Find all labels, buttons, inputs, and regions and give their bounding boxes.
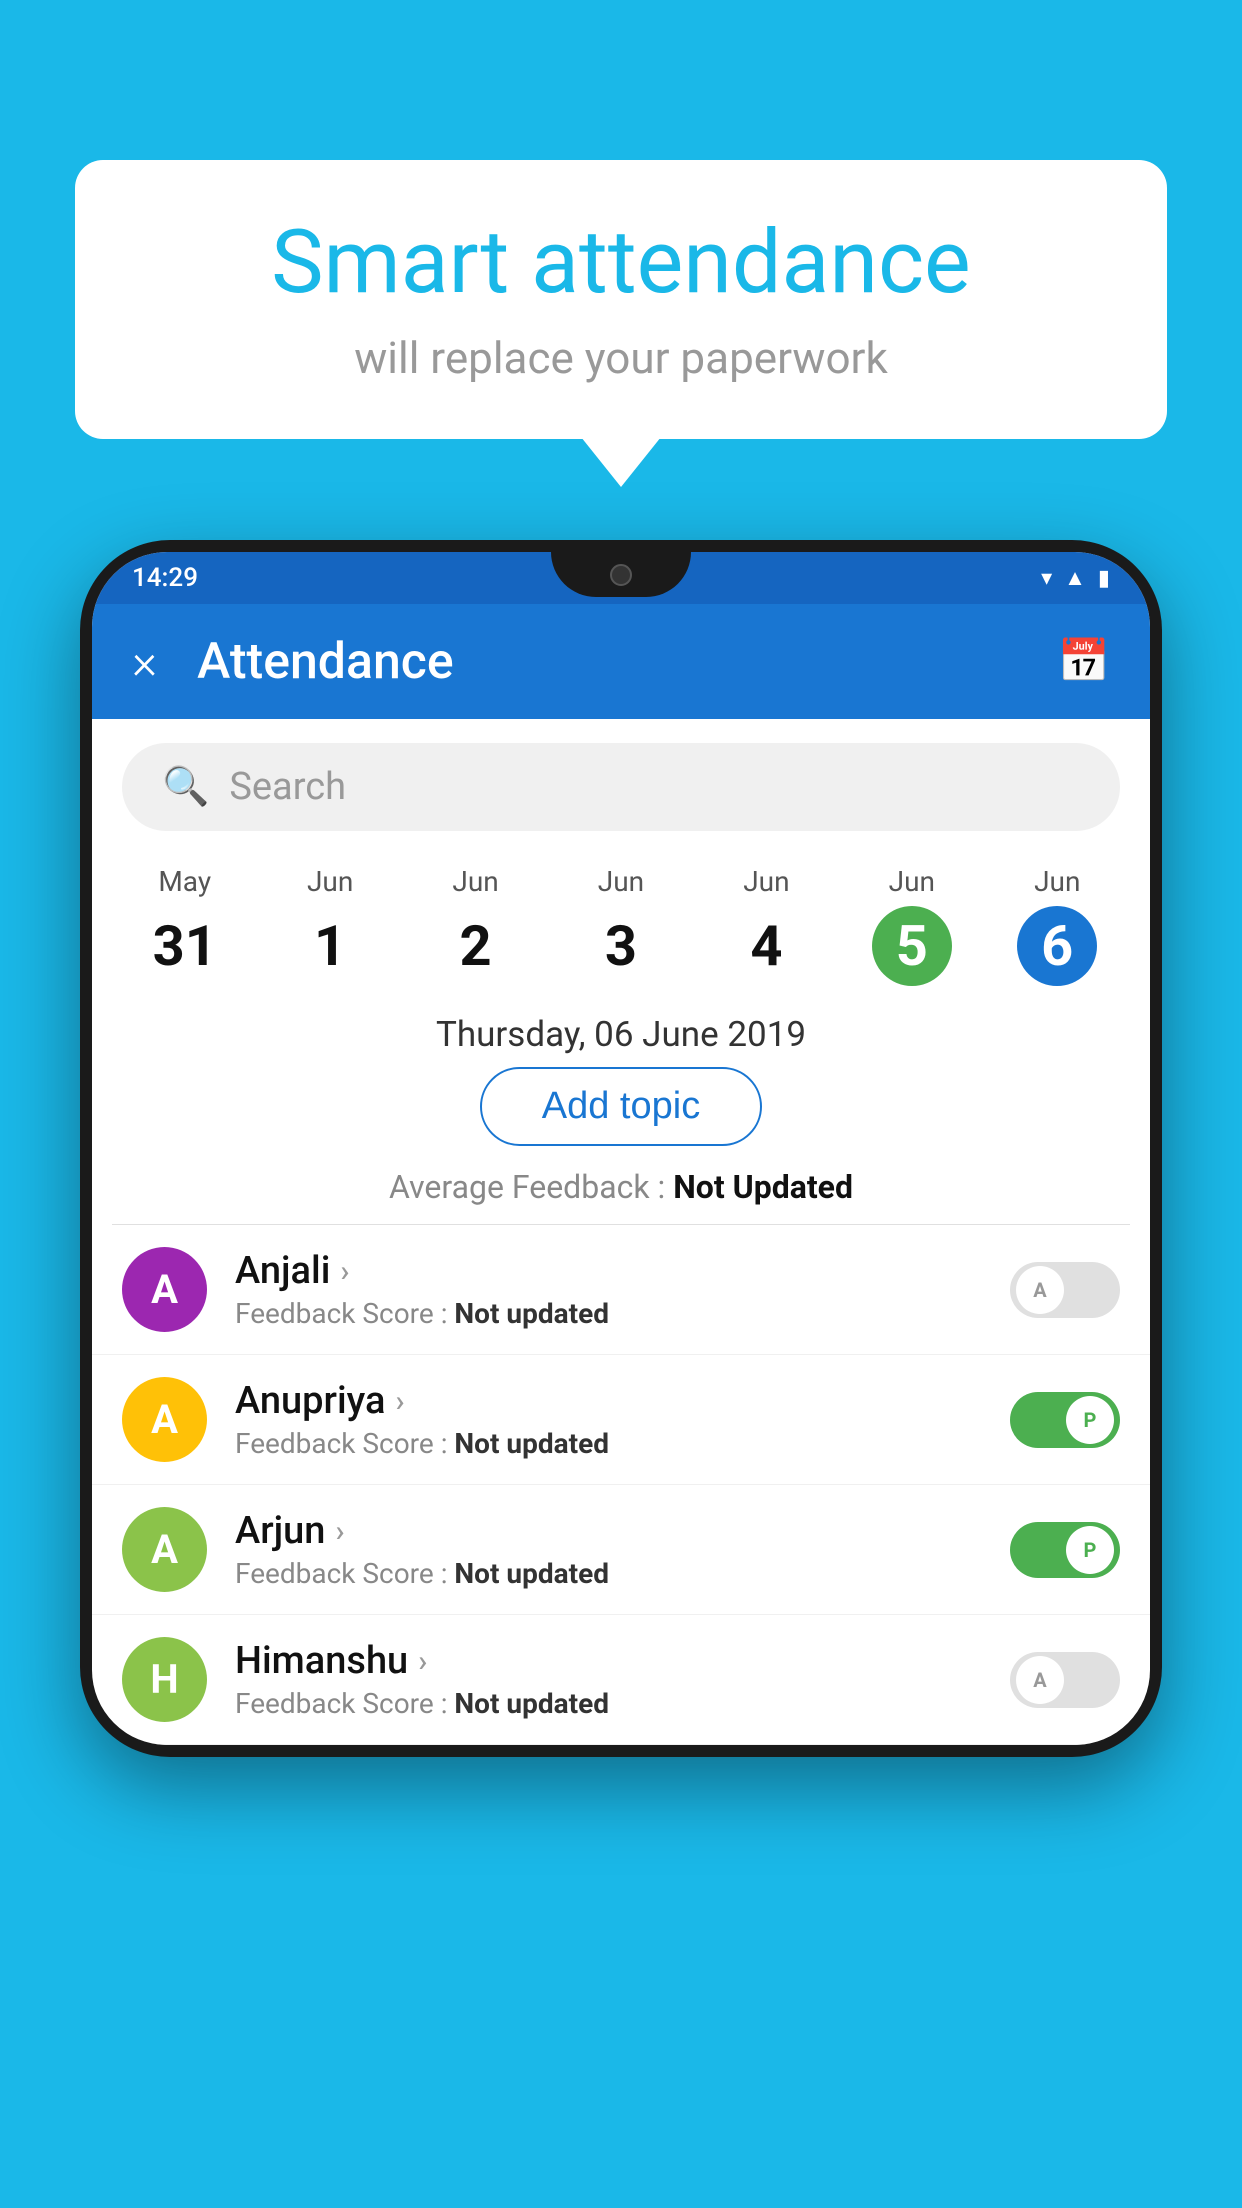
- calendar-icon[interactable]: 📅: [1058, 637, 1110, 686]
- date-month: Jun: [694, 865, 839, 898]
- date-num: 4: [726, 906, 806, 986]
- camera-dot: [610, 564, 632, 586]
- close-button[interactable]: ×: [132, 633, 157, 690]
- date-month: Jun: [839, 865, 984, 898]
- avatar: H: [122, 1637, 207, 1722]
- chevron-right-icon: ›: [418, 1644, 427, 1679]
- status-icons: ▾ ▲ ▮: [1041, 565, 1110, 591]
- chevron-right-icon: ›: [335, 1514, 344, 1549]
- date-num: 3: [581, 906, 661, 986]
- list-item[interactable]: H Himanshu › Feedback Score : Not update…: [92, 1615, 1150, 1745]
- feedback-value: Not updated: [454, 1297, 609, 1330]
- chevron-right-icon: ›: [340, 1254, 349, 1289]
- chevron-right-icon: ›: [395, 1384, 404, 1419]
- date-cell-jun1[interactable]: Jun 1: [257, 865, 402, 986]
- date-cell-may31[interactable]: May 31: [112, 865, 257, 986]
- date-month: Jun: [403, 865, 548, 898]
- attendance-toggle[interactable]: P: [1010, 1522, 1120, 1578]
- add-topic-button[interactable]: Add topic: [480, 1067, 762, 1146]
- list-item[interactable]: A Anupriya › Feedback Score : Not update…: [92, 1355, 1150, 1485]
- date-month: Jun: [257, 865, 402, 898]
- app-bar: × Attendance 📅: [92, 604, 1150, 719]
- signal-icon: ▲: [1064, 565, 1086, 591]
- search-icon: 🔍: [162, 765, 209, 809]
- date-num: 2: [436, 906, 516, 986]
- toggle-knob: P: [1066, 1396, 1114, 1444]
- student-name: Anupriya ›: [235, 1379, 1010, 1423]
- date-num-selected: 6: [1017, 906, 1097, 986]
- student-info: Himanshu › Feedback Score : Not updated: [235, 1639, 1010, 1720]
- student-feedback: Feedback Score : Not updated: [235, 1427, 1010, 1460]
- date-num-today: 5: [872, 906, 952, 986]
- student-name-text: Anjali: [235, 1249, 330, 1293]
- bubble-subtitle: will replace your paperwork: [125, 332, 1117, 384]
- avatar: A: [122, 1247, 207, 1332]
- date-month: Jun: [548, 865, 693, 898]
- date-num: 1: [290, 906, 370, 986]
- student-feedback: Feedback Score : Not updated: [235, 1297, 1010, 1330]
- attendance-toggle[interactable]: P: [1010, 1392, 1120, 1448]
- student-info: Arjun › Feedback Score : Not updated: [235, 1509, 1010, 1590]
- date-cell-jun6[interactable]: Jun 6: [985, 865, 1130, 986]
- student-name-text: Anupriya: [235, 1379, 385, 1423]
- search-placeholder: Search: [229, 765, 346, 809]
- toggle-knob: A: [1016, 1266, 1064, 1314]
- wifi-icon: ▾: [1041, 566, 1052, 591]
- date-num: 31: [145, 906, 225, 986]
- average-feedback-value: Not Updated: [673, 1168, 853, 1206]
- attendance-toggle[interactable]: A: [1010, 1262, 1120, 1318]
- student-info: Anjali › Feedback Score : Not updated: [235, 1249, 1010, 1330]
- attendance-toggle[interactable]: A: [1010, 1652, 1120, 1708]
- date-strip: May 31 Jun 1 Jun 2 Jun 3 Jun 4: [92, 855, 1150, 996]
- feedback-value: Not updated: [454, 1427, 609, 1460]
- phone-frame: 14:29 ▾ ▲ ▮ × Attendance 📅 🔍 Search: [80, 540, 1162, 1757]
- date-cell-jun2[interactable]: Jun 2: [403, 865, 548, 986]
- phone-wrapper: 14:29 ▾ ▲ ▮ × Attendance 📅 🔍 Search: [80, 540, 1162, 2208]
- feedback-value: Not updated: [454, 1557, 609, 1590]
- status-time: 14:29: [132, 563, 198, 593]
- student-name: Himanshu ›: [235, 1639, 1010, 1683]
- student-name: Arjun ›: [235, 1509, 1010, 1553]
- app-bar-title: Attendance: [197, 633, 1058, 691]
- student-name: Anjali ›: [235, 1249, 1010, 1293]
- avatar: A: [122, 1507, 207, 1592]
- average-feedback-label: Average Feedback :: [389, 1168, 665, 1206]
- selected-date-label: Thursday, 06 June 2019: [92, 1014, 1150, 1055]
- date-month: Jun: [985, 865, 1130, 898]
- search-bar[interactable]: 🔍 Search: [122, 743, 1120, 831]
- toggle-knob: A: [1016, 1656, 1064, 1704]
- date-month: May: [112, 865, 257, 898]
- student-feedback: Feedback Score : Not updated: [235, 1687, 1010, 1720]
- list-item[interactable]: A Arjun › Feedback Score : Not updated P: [92, 1485, 1150, 1615]
- avatar: A: [122, 1377, 207, 1462]
- toggle-knob: P: [1066, 1526, 1114, 1574]
- list-item[interactable]: A Anjali › Feedback Score : Not updated …: [92, 1225, 1150, 1355]
- battery-icon: ▮: [1098, 566, 1110, 591]
- phone-screen: 14:29 ▾ ▲ ▮ × Attendance 📅 🔍 Search: [92, 552, 1150, 1745]
- date-cell-jun4[interactable]: Jun 4: [694, 865, 839, 986]
- date-cell-jun3[interactable]: Jun 3: [548, 865, 693, 986]
- student-feedback: Feedback Score : Not updated: [235, 1557, 1010, 1590]
- student-info: Anupriya › Feedback Score : Not updated: [235, 1379, 1010, 1460]
- feedback-value: Not updated: [454, 1687, 609, 1720]
- date-cell-jun5[interactable]: Jun 5: [839, 865, 984, 986]
- student-name-text: Arjun: [235, 1509, 325, 1553]
- average-feedback: Average Feedback : Not Updated: [92, 1168, 1150, 1206]
- student-name-text: Himanshu: [235, 1639, 408, 1683]
- bubble-title: Smart attendance: [125, 215, 1117, 312]
- speech-bubble: Smart attendance will replace your paper…: [75, 160, 1167, 439]
